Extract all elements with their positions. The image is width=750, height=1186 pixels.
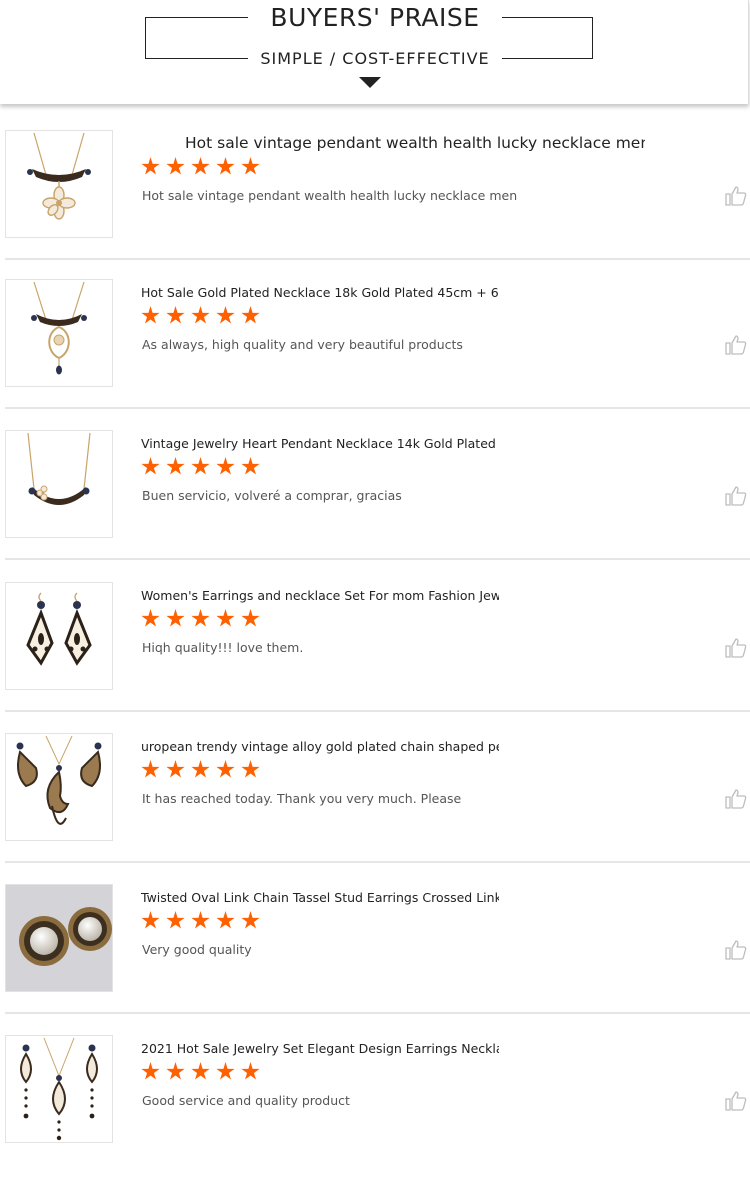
star-rating [141,457,266,479]
thumbs-up-icon[interactable] [725,940,747,960]
review-item: uropean trendy vintage alloy gold plated… [0,733,750,884]
review-item: 2021 Hot Sale Jewelry Set Elegant Design… [0,1035,750,1186]
review-product-title[interactable]: Hot Sale Gold Plated Necklace 18k Gold P… [141,282,499,304]
thumbs-up-icon[interactable] [725,486,747,506]
star-icon [241,760,260,778]
star-icon [241,1062,260,1080]
star-icon [216,157,235,175]
star-icon [241,306,260,324]
star-rating [141,306,266,328]
review-comment: Buen servicio, volveré a comprar, gracia… [142,488,402,503]
review-divider [5,861,750,863]
star-icon [216,306,235,324]
review-comment: Hot sale vintage pendant wealth health l… [142,188,518,203]
star-rating [141,760,266,782]
star-icon [191,609,210,627]
star-icon [166,306,185,324]
buyers-praise-header: BUYERS' PRAISE SIMPLE / COST-EFFECTIVE [0,0,749,104]
star-icon [166,1062,185,1080]
star-rating [141,911,266,933]
review-comment: It has reached today. Thank you very muc… [142,791,462,806]
review-comment: As always, high quality and very beautif… [142,337,463,352]
star-icon [216,457,235,475]
star-rating [141,157,266,179]
review-item: Twisted Oval Link Chain Tassel Stud Earr… [0,884,750,1035]
star-icon [241,157,260,175]
header-title: BUYERS' PRAISE [248,0,502,36]
star-icon [241,911,260,929]
star-icon [166,911,185,929]
review-comment: Very good quality [142,942,252,957]
star-icon [141,911,160,929]
star-rating [141,609,266,631]
star-icon [216,911,235,929]
star-icon [216,1062,235,1080]
star-icon [166,609,185,627]
review-divider [5,1012,750,1014]
product-thumbnail[interactable] [5,1035,113,1143]
star-icon [191,157,210,175]
review-product-title[interactable]: Twisted Oval Link Chain Tassel Stud Earr… [141,887,499,909]
review-comment: Good service and quality product [142,1093,350,1108]
product-thumbnail[interactable] [5,279,113,387]
review-item: Hot Sale Gold Plated Necklace 18k Gold P… [0,279,750,430]
star-icon [191,911,210,929]
review-item: Women's Earrings and necklace Set For mo… [0,582,750,733]
review-product-title[interactable]: uropean trendy vintage alloy gold plated… [141,736,499,758]
review-divider [5,407,750,409]
star-icon [191,760,210,778]
review-divider [5,258,750,260]
product-thumbnail[interactable] [5,582,113,690]
review-product-title[interactable]: Women's Earrings and necklace Set For mo… [141,585,499,607]
product-thumbnail[interactable] [5,733,113,841]
product-thumbnail[interactable] [5,430,113,538]
review-item: Vintage Jewelry Heart Pendant Necklace 1… [0,430,750,581]
star-icon [191,1062,210,1080]
review-divider [5,558,750,560]
star-icon [216,609,235,627]
star-rating [141,1062,266,1084]
product-thumbnail[interactable] [5,130,113,238]
star-icon [191,306,210,324]
thumbs-up-icon[interactable] [725,638,747,658]
review-product-title[interactable]: Vintage Jewelry Heart Pendant Necklace 1… [141,433,499,455]
review-divider [5,710,750,712]
star-icon [166,457,185,475]
review-item: Hot sale vintage pendant wealth health l… [0,130,750,281]
star-icon [141,457,160,475]
star-icon [141,306,160,324]
down-arrow-icon [359,77,381,88]
thumbs-up-icon[interactable] [725,1091,747,1111]
star-icon [191,457,210,475]
header-subtitle: SIMPLE / COST-EFFECTIVE [248,44,502,74]
review-comment: Hiqh quality!!! love them. [142,640,304,655]
product-thumbnail[interactable] [5,884,113,992]
star-icon [141,760,160,778]
star-icon [216,760,235,778]
thumbs-up-icon[interactable] [725,789,747,809]
star-icon [241,457,260,475]
review-product-title[interactable]: Hot sale vintage pendant wealth health l… [185,132,645,154]
thumbs-up-icon[interactable] [725,335,747,355]
review-product-title[interactable]: 2021 Hot Sale Jewelry Set Elegant Design… [141,1038,499,1060]
star-icon [141,1062,160,1080]
star-icon [166,760,185,778]
star-icon [166,157,185,175]
thumbs-up-icon[interactable] [725,186,747,206]
star-icon [141,157,160,175]
star-icon [241,609,260,627]
star-icon [141,609,160,627]
